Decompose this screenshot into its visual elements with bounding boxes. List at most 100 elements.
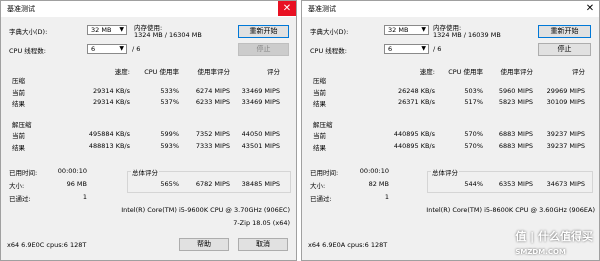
cpu-threads-select[interactable]: 6 ▼ [87, 44, 127, 54]
usage-rating-value: 6883 MIPS [498, 130, 533, 138]
rating-value: 30109 MIPS [546, 98, 585, 106]
chevron-down-icon: ▼ [119, 26, 124, 33]
decompress-label: 解压缩 [313, 121, 333, 129]
size-label: 大小: [310, 182, 326, 190]
rating-value: 43501 MIPS [241, 142, 280, 150]
row-label: 当前 [12, 89, 25, 97]
dict-size-value: 32 MB [388, 26, 409, 34]
close-button[interactable]: ✕ [278, 1, 296, 16]
cpu-threads-max: / 6 [433, 45, 442, 53]
row-label: 当前 [313, 132, 326, 140]
dict-size-label: 字典大小(D): [310, 28, 349, 36]
benchmark-window-left: 基准测试 ✕ 字典大小(D): 32 MB ▼ 内存使用: 1324 MB / … [0, 0, 297, 261]
row-label: 结果 [313, 144, 326, 152]
cancel-button[interactable]: 取消 [238, 238, 288, 251]
stop-button[interactable]: 停止 [538, 43, 591, 56]
cpu-threads-select[interactable]: 6 ▼ [384, 44, 429, 54]
dict-size-value: 32 MB [91, 26, 112, 34]
header-rating: 评分 [572, 68, 585, 76]
cpu-threads-label: CPU 线程数: [310, 47, 347, 55]
header-speed: 速度: [419, 68, 435, 76]
row-label: 结果 [12, 100, 25, 108]
row-label: 当前 [12, 132, 25, 140]
header-usage-rating: 使用率评分 [500, 68, 534, 76]
usage-rating-value: 6274 MIPS [195, 87, 230, 95]
benchmark-window-right: 基准测试 ✕ 字典大小(D): 32 MB ▼ 内存使用: 1324 MB / … [301, 0, 600, 261]
dict-size-select[interactable]: 32 MB ▼ [87, 25, 127, 35]
cpu-usage-value: 503% [464, 87, 483, 95]
row-label: 当前 [313, 89, 326, 97]
system-info: x64 6.9E0A cpus:6 128T [308, 241, 388, 249]
chevron-down-icon: ▼ [119, 45, 124, 52]
cpu-usage-value: 537% [160, 98, 179, 106]
watermark-text: 值 | 什么值得买 [515, 230, 593, 243]
size-label: 大小: [9, 182, 25, 190]
passes-value: 1 [384, 193, 389, 201]
system-info: x64 6.9E0C cpus:6 128T [7, 241, 87, 249]
version-info: 7-Zip 18.05 (x64) [233, 219, 290, 227]
rating-value: 39237 MIPS [546, 130, 585, 138]
total-rating: 38485 MIPS [241, 180, 280, 188]
cpu-info: Intel(R) Core(TM) i5-8600K CPU @ 3.60GHz… [426, 206, 595, 214]
help-button[interactable]: 帮助 [179, 238, 229, 251]
total-rating-label: 总体评分 [131, 167, 159, 177]
total-usage-rating: 6353 MIPS [498, 180, 533, 188]
rating-value: 33469 MIPS [241, 87, 280, 95]
row-label: 结果 [313, 100, 326, 108]
cpu-threads-value: 6 [91, 45, 96, 53]
usage-rating-value: 6883 MIPS [498, 142, 533, 150]
dict-size-label: 字典大小(D): [9, 28, 48, 36]
speed-value: 26371 KB/s [397, 98, 435, 106]
elapsed-value: 00:00:10 [57, 167, 87, 175]
watermark-url: SMZDM.COM [515, 248, 566, 256]
rating-value: 29969 MIPS [546, 87, 585, 95]
elapsed-label: 已用时间: [310, 169, 339, 177]
header-rating: 评分 [267, 68, 280, 76]
usage-rating-value: 6233 MIPS [195, 98, 230, 106]
size-value: 82 MB [368, 180, 389, 188]
decompress-label: 解压缩 [12, 121, 32, 129]
restart-button[interactable]: 重新开始 [238, 25, 289, 38]
total-usage-rating: 6782 MIPS [195, 180, 230, 188]
window-title: 基准测试 [308, 5, 336, 13]
restart-button[interactable]: 重新开始 [538, 25, 591, 38]
memory-value: 1324 MB / 16304 MB [134, 31, 202, 39]
elapsed-value: 00:00:10 [359, 167, 389, 175]
cpu-usage-value: 517% [464, 98, 483, 106]
size-value: 96 MB [66, 180, 87, 188]
close-button[interactable]: ✕ [581, 1, 599, 16]
passes-label: 已通过: [310, 195, 332, 203]
speed-value: 29314 KB/s [92, 87, 130, 95]
stop-button[interactable]: 停止 [238, 43, 289, 56]
cpu-threads-label: CPU 线程数: [9, 47, 46, 55]
title-bar[interactable]: 基准测试 ✕ [302, 1, 599, 17]
memory-value: 1324 MB / 16039 MB [433, 31, 501, 39]
title-bar[interactable]: 基准测试 ✕ [1, 1, 296, 17]
dict-size-select[interactable]: 32 MB ▼ [384, 25, 429, 35]
cpu-usage-value: 593% [160, 142, 179, 150]
rating-value: 33469 MIPS [241, 98, 280, 106]
speed-value: 29314 KB/s [92, 98, 130, 106]
cpu-threads-value: 6 [388, 45, 393, 53]
header-cpu-usage: CPU 使用率 [144, 68, 179, 76]
header-speed: 速度: [114, 68, 130, 76]
site-watermark: 值 | 什么值得买 SMZDM.COM [515, 228, 593, 257]
elapsed-label: 已用时间: [9, 169, 38, 177]
passes-value: 1 [82, 193, 87, 201]
compress-label: 压缩 [313, 77, 326, 85]
speed-value: 488813 KB/s [88, 142, 130, 150]
speed-value: 495884 KB/s [88, 130, 130, 138]
total-cpu-usage: 544% [464, 180, 483, 188]
usage-rating-value: 7333 MIPS [195, 142, 230, 150]
total-rating: 34673 MIPS [546, 180, 585, 188]
chevron-down-icon: ▼ [421, 26, 426, 33]
passes-label: 已通过: [9, 195, 31, 203]
compress-label: 压缩 [12, 77, 25, 85]
cpu-usage-value: 570% [464, 142, 483, 150]
cpu-info: Intel(R) Core(TM) i5-9600K CPU @ 3.70GHz… [121, 206, 290, 214]
cpu-usage-value: 533% [160, 87, 179, 95]
total-rating-label: 总体评分 [431, 167, 459, 177]
chevron-down-icon: ▼ [421, 45, 426, 52]
usage-rating-value: 5960 MIPS [498, 87, 533, 95]
speed-value: 26248 KB/s [397, 87, 435, 95]
